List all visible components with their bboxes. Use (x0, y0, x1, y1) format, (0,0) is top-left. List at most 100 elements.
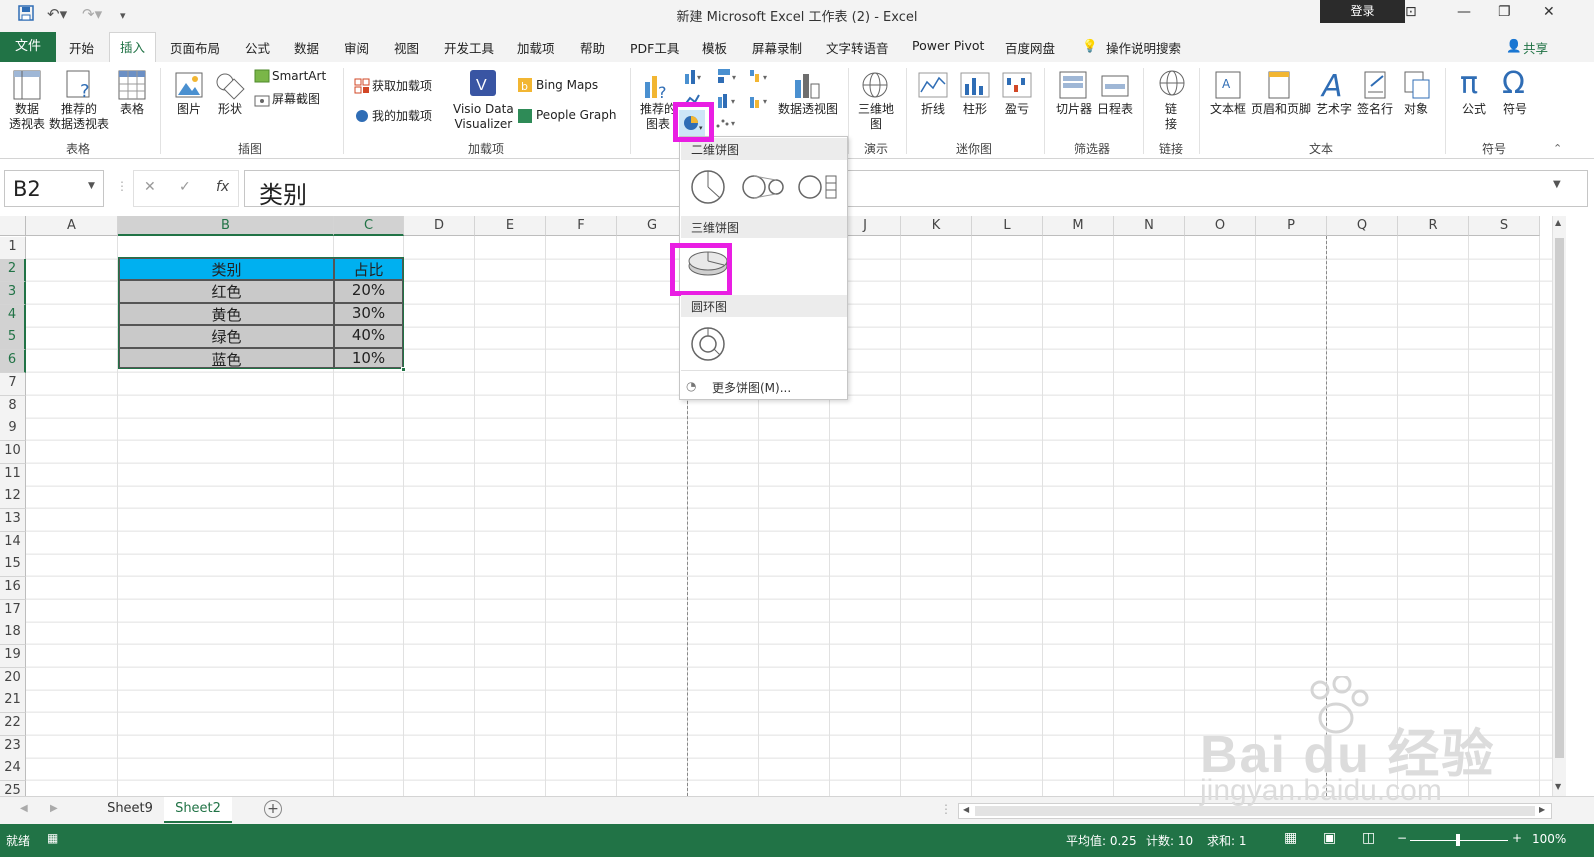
bar-of-pie-option[interactable] (796, 173, 842, 205)
table-cell[interactable]: 10% (334, 348, 403, 368)
table-cell[interactable]: 绿色 (119, 325, 334, 348)
row-header-18[interactable]: 18 (0, 622, 26, 645)
tab-home[interactable]: 开始 (69, 38, 94, 57)
column-header-m[interactable]: M (1043, 216, 1114, 236)
zoom-level[interactable]: 100% (1532, 832, 1566, 846)
row-header-12[interactable]: 12 (0, 486, 26, 509)
fill-handle[interactable] (401, 367, 406, 372)
sparkline-winloss-button[interactable]: 盈亏 (1005, 102, 1029, 117)
collapse-ribbon-icon[interactable]: ⌃ (1553, 142, 1562, 155)
smartart-icon[interactable] (254, 68, 270, 87)
share-button[interactable]: 共享 (1523, 38, 1548, 57)
sparkline-column-icon[interactable] (960, 72, 990, 102)
visio-visualizer-button[interactable]: Visio Data Visualizer (453, 102, 514, 132)
scroll-left-icon[interactable]: ◀ (963, 805, 969, 814)
textbox-button[interactable]: 文本框 (1210, 102, 1246, 117)
combo-chart-icon[interactable]: ▾ (748, 92, 772, 112)
wordart-button[interactable]: 艺术字 (1316, 102, 1352, 117)
login-button[interactable]: 登录 (1320, 0, 1405, 23)
row-header-2[interactable]: 2 (0, 259, 26, 282)
tab-splitter[interactable]: ⋮ (940, 802, 952, 816)
scroll-right-icon[interactable]: ▶ (1539, 805, 1545, 814)
column-header-b[interactable]: B (118, 216, 334, 236)
row-header-15[interactable]: 15 (0, 554, 26, 577)
page-layout-view-icon[interactable]: ▣ (1323, 830, 1336, 846)
zoom-in-icon[interactable]: + (1512, 831, 1522, 845)
table-cell[interactable]: 40% (334, 325, 403, 348)
symbol-button[interactable]: 符号 (1503, 102, 1527, 117)
sparkline-winloss-icon[interactable] (1002, 72, 1032, 102)
waterfall-chart-icon[interactable]: ▾ (748, 68, 772, 88)
timeline-icon[interactable] (1100, 70, 1130, 104)
table-header-ratio[interactable]: 占比 (334, 258, 403, 280)
header-footer-button[interactable]: 页眉和页脚 (1251, 102, 1311, 117)
link-button[interactable]: 链 接 (1165, 102, 1177, 132)
link-icon[interactable] (1157, 68, 1187, 102)
scroll-thumb[interactable] (1555, 238, 1564, 758)
expand-formula-icon[interactable]: ▼ (1553, 179, 1561, 190)
tab-developer[interactable]: 开发工具 (444, 38, 494, 57)
normal-view-icon[interactable]: ▦ (1284, 830, 1297, 846)
sparkline-line-icon[interactable] (918, 72, 948, 102)
restore-icon[interactable]: ❐ (1498, 4, 1511, 20)
recommended-charts-icon[interactable]: ? (643, 70, 671, 104)
pivot-table-icon[interactable] (13, 70, 41, 104)
row-header-5[interactable]: 5 (0, 327, 26, 350)
wordart-icon[interactable]: A (1320, 68, 1346, 104)
formula-input[interactable]: 类别 (244, 170, 1588, 209)
column-header-s[interactable]: S (1469, 216, 1540, 236)
stat-chart-icon[interactable]: ▾ (716, 92, 740, 112)
tab-addins[interactable]: 加载项 (517, 38, 555, 57)
row-header-23[interactable]: 23 (0, 736, 26, 759)
get-addins-button[interactable]: 获取加载项 (372, 79, 432, 94)
row-header-11[interactable]: 11 (0, 464, 26, 487)
shapes-button[interactable]: 形状 (218, 102, 242, 117)
recommended-pivot-button[interactable]: 推荐的 数据透视表 (49, 102, 109, 132)
tab-data[interactable]: 数据 (294, 38, 319, 57)
column-header-o[interactable]: O (1185, 216, 1256, 236)
scroll-sheets-left-icon[interactable]: ◀ (20, 803, 28, 814)
tab-screen-record[interactable]: 屏幕录制 (752, 38, 802, 57)
map-3d-icon[interactable] (860, 70, 890, 104)
screenshot-icon[interactable] (254, 92, 270, 111)
tab-pdf[interactable]: PDF工具 (630, 38, 679, 57)
row-header-6[interactable]: 6 (0, 350, 26, 373)
tab-review[interactable]: 审阅 (344, 38, 369, 57)
object-icon[interactable] (1403, 70, 1431, 104)
textbox-icon[interactable]: A (1214, 70, 1242, 104)
lightbulb-icon[interactable]: 💡 (1082, 38, 1098, 54)
signature-line-icon[interactable] (1363, 70, 1389, 104)
table-cell[interactable]: 蓝色 (119, 348, 334, 369)
zoom-slider-thumb[interactable] (1456, 834, 1460, 846)
vertical-scrollbar[interactable]: ▲ ▼ (1552, 216, 1566, 796)
column-header-d[interactable]: D (404, 216, 475, 236)
recommended-charts-button[interactable]: 推荐的 图表 (640, 102, 676, 132)
select-all-corner[interactable] (0, 216, 26, 236)
tab-view[interactable]: 视图 (394, 38, 419, 57)
page-break-view-icon[interactable]: ◫ (1362, 830, 1375, 846)
row-header-21[interactable]: 21 (0, 690, 26, 713)
column-chart-icon[interactable]: ▾ (683, 68, 705, 88)
signature-line-button[interactable]: 签名行 (1357, 102, 1393, 117)
pivot-chart-icon[interactable] (793, 70, 823, 104)
get-addins-icon[interactable] (354, 78, 370, 98)
recommended-pivot-icon[interactable]: ? (66, 70, 94, 104)
macro-record-icon[interactable]: ▦ (47, 831, 58, 845)
slicer-button[interactable]: 切片器 (1056, 102, 1092, 117)
column-header-c[interactable]: C (334, 216, 404, 236)
hscroll-thumb[interactable] (975, 806, 1535, 816)
column-header-g[interactable]: G (617, 216, 688, 236)
column-header-q[interactable]: Q (1327, 216, 1398, 236)
shapes-icon[interactable] (215, 70, 245, 104)
ribbon-display-icon[interactable]: ⊡ (1405, 4, 1417, 20)
bing-maps-button[interactable]: Bing Maps (536, 78, 598, 93)
picture-icon[interactable] (175, 70, 203, 104)
tab-template[interactable]: 模板 (702, 38, 727, 57)
row-header-4[interactable]: 4 (0, 305, 26, 328)
pivot-table-button[interactable]: 数据 透视表 (9, 102, 45, 132)
close-icon[interactable]: ✕ (1543, 4, 1555, 20)
add-sheet-button[interactable]: + (264, 800, 282, 818)
table-cell[interactable]: 黄色 (119, 303, 334, 325)
row-header-1[interactable]: 1 (0, 237, 26, 260)
visio-icon[interactable]: V (468, 68, 498, 102)
